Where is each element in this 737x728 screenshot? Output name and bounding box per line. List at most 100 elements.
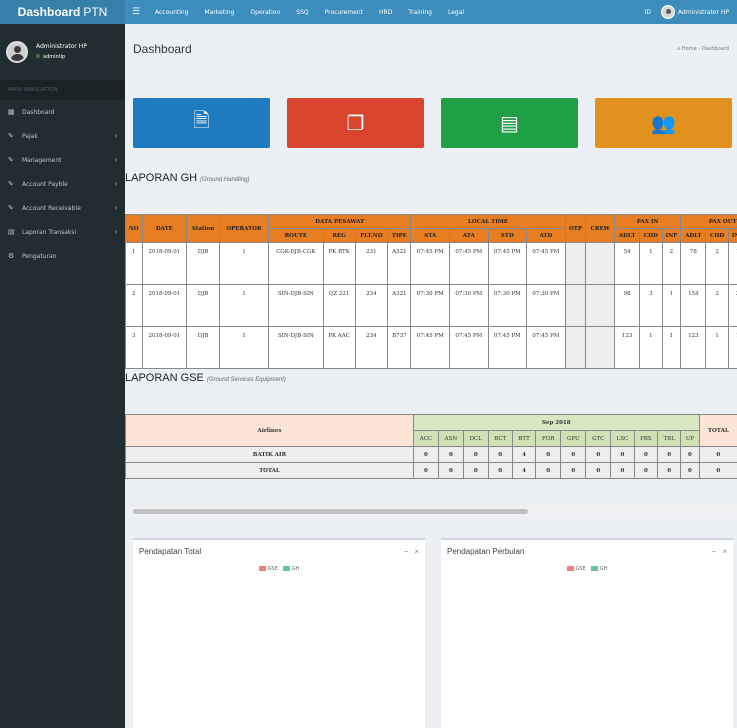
shortcut-box-2[interactable]: ❐	[287, 98, 424, 148]
table-cell: 1	[125, 242, 143, 285]
table-cell: 0	[487, 462, 513, 479]
table-cell: 2018-09-01	[141, 284, 188, 327]
chevron-left-icon: ‹	[114, 156, 117, 164]
table-cell: 0	[585, 462, 612, 479]
sidebar-item-pengaturan[interactable]: ⚙ Pengaturan	[0, 244, 125, 268]
shortcut-boxes: 🗎 ❐ ▤ 👥	[133, 98, 732, 148]
horizontal-scrollbar[interactable]: ◂	[133, 507, 737, 516]
table-cell: 0	[413, 462, 439, 479]
gse-col-header: GTC	[585, 430, 612, 447]
online-dot-icon	[36, 54, 40, 58]
collapse-icon[interactable]: −	[712, 547, 717, 556]
topnav-item-operation[interactable]: Operation	[242, 9, 288, 16]
gh-header: PAX OUT	[680, 214, 737, 229]
sidebar: Administrator HP admintip MAIN NAVIGATIO…	[0, 24, 125, 728]
gh-header: NO	[125, 214, 143, 243]
table-cell: 2	[125, 284, 143, 327]
table-cell: B737	[387, 326, 412, 369]
topnav-item-hrd[interactable]: HRD	[371, 9, 400, 16]
table-cell: 07:45 PM	[410, 326, 451, 369]
topnav-item-procurement[interactable]: Procurement	[317, 9, 371, 16]
table-cell: 78	[680, 242, 707, 285]
table-cell: 1	[661, 326, 682, 369]
app-logo[interactable]: Dashboard PTN	[0, 0, 125, 24]
table-cell: 1	[218, 326, 269, 369]
topnav-item-accounting[interactable]: Accounting	[147, 9, 197, 16]
edit-icon: ✎	[8, 132, 14, 140]
sidebar-item-laporan-transaksi[interactable]: ▤ Laporan Transaksi ‹	[0, 220, 125, 244]
sidebar-item-pajak[interactable]: ✎ Pajak ‹	[0, 124, 125, 148]
table-cell: PK BTK	[322, 242, 356, 285]
gh-subheader: TIPE	[387, 228, 412, 243]
close-icon[interactable]: ×	[722, 547, 727, 556]
gh-subheader: INF	[661, 228, 682, 243]
top-navbar: Dashboard PTN ☰ Accounting Marketing Operat…	[0, 0, 737, 24]
gh-subheader: CHD	[639, 228, 663, 243]
dashboard-icon: ▦	[8, 108, 15, 116]
table-cell: 0	[633, 462, 659, 479]
table-cell: 0	[610, 446, 635, 463]
topnav-item-ssq[interactable]: SSQ	[288, 9, 316, 16]
table-cell: 1	[639, 242, 663, 285]
table-cell	[564, 284, 587, 327]
user-status: admintip	[36, 52, 87, 62]
table-cell: 0	[657, 462, 682, 479]
table-cell: 154	[680, 284, 707, 327]
sidebar-item-management[interactable]: ✎ Management ‹	[0, 148, 125, 172]
topnav-item-marketing[interactable]: Marketing	[197, 9, 243, 16]
gse-col-header: BCT	[487, 430, 513, 447]
table-cell: 4	[511, 462, 537, 479]
gse-col-header: TBL	[657, 430, 682, 447]
chart-legend: GSE GH	[441, 566, 733, 572]
table-cell: 0	[585, 446, 612, 463]
breadcrumb-home[interactable]: Home	[682, 46, 697, 52]
collapse-icon[interactable]: −	[404, 547, 409, 556]
table-cell: 1	[727, 326, 737, 369]
table-cell: 3	[125, 326, 143, 369]
table-row: TOTAL00004000000004	[125, 462, 737, 479]
users-icon: 👥	[651, 111, 676, 135]
gse-col-header: FOR	[535, 430, 562, 447]
shortcut-box-1[interactable]: 🗎	[133, 98, 270, 148]
table-row: 1 2018-09-01 DJB 1 CGK-DJB-CGK PK BTK 231 A321 0…	[125, 242, 737, 285]
table-cell: 0	[462, 462, 489, 479]
shortcut-box-4[interactable]: 👥	[595, 98, 732, 148]
gh-section-title: LAPORAN GH (Ground Handling)	[125, 172, 250, 184]
topnav-item-legal[interactable]: Legal	[440, 9, 472, 16]
sidebar-item-account-payble[interactable]: ✎ Account Payble ‹	[0, 172, 125, 196]
table-cell: 2	[727, 284, 737, 327]
gh-subheader: INF	[727, 228, 737, 243]
sidebar-item-dashboard[interactable]: ▦ Dashboard	[0, 100, 125, 124]
table-cell: 1	[705, 326, 729, 369]
table-cell: 0	[535, 446, 562, 463]
edit-icon: ✎	[8, 204, 14, 212]
gse-col-header: PBS	[633, 430, 659, 447]
table-cell: 07:30 PM	[410, 284, 451, 327]
scrollbar-thumb[interactable]	[133, 509, 528, 514]
table-cell: 07:45 PM	[526, 242, 566, 285]
legend-swatch-icon	[282, 566, 290, 571]
breadcrumb: ⌂ Home › Dashboard	[677, 46, 729, 52]
shortcut-box-3[interactable]: ▤	[441, 98, 578, 148]
gse-col-header: ACC	[413, 430, 439, 447]
sidebar-item-account-receivable[interactable]: ✎ Account Receivable ‹	[0, 196, 125, 220]
close-icon[interactable]: ×	[414, 547, 419, 556]
gse-col-header: UP	[680, 430, 700, 447]
gh-header: CREW	[585, 214, 616, 243]
gh-subheader: STA	[410, 228, 451, 243]
legend-swatch-icon	[258, 566, 266, 571]
user-menu[interactable]: Administrator HP	[661, 5, 729, 19]
nav-header: MAIN NAVIGATION	[0, 80, 125, 100]
file-icon: ▤	[8, 228, 15, 236]
gh-subheader: ADLT	[614, 228, 641, 243]
table-row: BATIK AIR00004000000004	[125, 446, 737, 463]
topnav-item-training[interactable]: Training	[400, 9, 440, 16]
table-cell: 07:30 PM	[487, 284, 528, 327]
main-content: Dashboard ⌂ Home › Dashboard 🗎 ❐ ▤ 👥 LAPORA…	[125, 24, 737, 728]
menu-toggle-icon[interactable]: ☰	[125, 7, 147, 17]
language-selector[interactable]: ID	[645, 9, 651, 16]
gse-col-header: LSC	[610, 430, 635, 447]
gh-table: NO DATE Station OPERATOR DATA PESAWAT LOCAL T…	[125, 214, 737, 369]
table-cell: PK AAC	[322, 326, 356, 369]
table-cell: 98	[614, 284, 641, 327]
